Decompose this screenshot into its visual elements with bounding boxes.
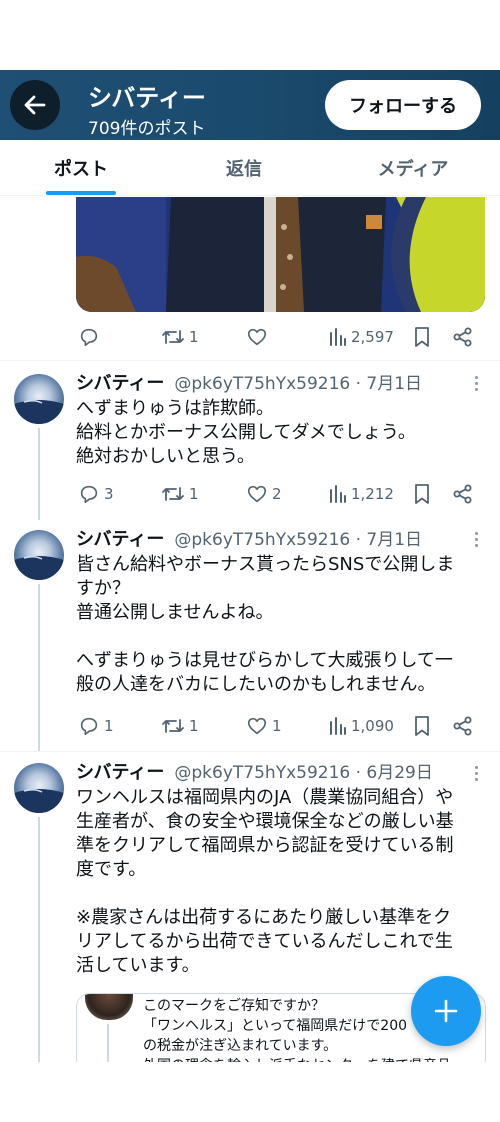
reply-icon: [80, 485, 98, 504]
repost-icon: [162, 719, 184, 733]
post-text: へずまりゅうは詐欺師。 給料とかボーナス公開してダメでしょう。 絶対おかしいと思…: [76, 398, 416, 467]
active-tab-indicator: [46, 191, 116, 195]
quoted-post-thumbnail: [85, 994, 133, 1020]
tab-replies[interactable]: 返信: [183, 140, 305, 196]
photo-illustration: [76, 197, 485, 312]
reply-count: 1: [104, 717, 114, 735]
like-count: 1: [272, 717, 282, 735]
view-count: 1,090: [351, 717, 394, 735]
view-count: 1,212: [351, 485, 394, 503]
repost-count: 1: [189, 485, 199, 503]
views-button[interactable]: 1,090: [329, 711, 394, 741]
follow-button[interactable]: フォローする: [325, 80, 481, 130]
more-icon[interactable]: [472, 764, 480, 784]
thread-line: [38, 817, 40, 1062]
author-name[interactable]: シバティー: [76, 369, 164, 395]
post-actions: 3 1 2 1,212: [76, 479, 476, 509]
post-text: 皆さん給料やボーナス貰ったらSNSで公開しま すか？ 普通公開しませんよね。 へ…: [76, 554, 455, 695]
author-handle-date[interactable]: @pk6yT75hYx59216 · 6月29日: [174, 758, 433, 783]
avatar[interactable]: [14, 763, 64, 813]
heart-icon: [247, 485, 267, 503]
share-button[interactable]: [453, 479, 473, 509]
like-count: 2: [272, 485, 282, 503]
bar-chart-icon: [330, 485, 346, 503]
bottom-area: [0, 1062, 500, 1122]
tab-media[interactable]: メディア: [352, 140, 474, 196]
avatar-image: [14, 399, 64, 424]
profile-name: シバティー: [88, 84, 206, 112]
view-count: 2,597: [351, 328, 394, 346]
bookmark-button[interactable]: [413, 479, 431, 509]
bookmark-icon: [415, 484, 429, 504]
reply-icon: [80, 328, 98, 347]
post-actions: 1 1 1 1,090: [76, 711, 476, 741]
post-meta: シバティー @pk6yT75hYx59216 · 7月1日: [76, 369, 422, 395]
author-handle-date[interactable]: @pk6yT75hYx59216 · 7月1日: [174, 525, 422, 550]
profile-tabs: ポスト 返信 メディア: [0, 140, 500, 196]
repost-button[interactable]: 1: [161, 711, 199, 741]
bar-chart-icon: [330, 717, 346, 735]
repost-icon: [162, 330, 184, 344]
bar-chart-icon: [330, 328, 346, 346]
reply-count: 3: [104, 485, 114, 503]
share-button[interactable]: [453, 322, 473, 352]
author-name[interactable]: シバティー: [76, 758, 164, 784]
post-divider: [0, 751, 500, 752]
tab-posts[interactable]: ポスト: [20, 140, 142, 196]
plus-icon: [434, 999, 458, 1023]
heart-icon: [247, 328, 267, 346]
repost-button[interactable]: 1: [161, 322, 199, 352]
reply-button[interactable]: [78, 322, 100, 352]
like-button[interactable]: 2: [246, 479, 282, 509]
post-media-image[interactable]: [76, 197, 485, 312]
heart-icon: [247, 717, 267, 735]
arrow-left-icon: [24, 95, 46, 115]
avatar[interactable]: [14, 374, 64, 424]
share-icon: [453, 327, 472, 347]
thread-line: [38, 428, 40, 520]
share-icon: [453, 716, 472, 736]
repost-count: 1: [189, 717, 199, 735]
views-button[interactable]: 2,597: [329, 322, 394, 352]
views-button[interactable]: 1,212: [329, 479, 394, 509]
bookmark-button[interactable]: [413, 711, 431, 741]
post-meta: シバティー @pk6yT75hYx59216 · 7月1日: [76, 525, 422, 551]
repost-count: 1: [189, 328, 199, 346]
reply-button[interactable]: 3: [78, 479, 114, 509]
share-icon: [453, 484, 472, 504]
author-handle-date[interactable]: @pk6yT75hYx59216 · 7月1日: [174, 369, 422, 394]
bookmark-button[interactable]: [413, 322, 431, 352]
like-button[interactable]: [246, 322, 268, 352]
repost-button[interactable]: 1: [161, 479, 199, 509]
avatar-image: [14, 788, 64, 813]
post-divider: [0, 360, 500, 361]
reply-icon: [80, 717, 98, 736]
reply-button[interactable]: 1: [78, 711, 114, 741]
more-icon[interactable]: [472, 374, 480, 394]
bookmark-icon: [415, 716, 429, 736]
more-icon[interactable]: [472, 530, 480, 550]
avatar[interactable]: [14, 530, 64, 580]
avatar-image: [14, 555, 64, 580]
top-post-actions: 1 2,597: [76, 322, 476, 352]
bookmark-icon: [415, 327, 429, 347]
thread-line: [38, 584, 40, 752]
post-meta: シバティー @pk6yT75hYx59216 · 6月29日: [76, 758, 433, 784]
back-button[interactable]: [10, 80, 60, 130]
compose-button[interactable]: [411, 976, 481, 1046]
profile-header: シバティー 709件のポスト フォローする: [0, 70, 500, 140]
author-name[interactable]: シバティー: [76, 525, 164, 551]
like-button[interactable]: 1: [246, 711, 282, 741]
post-count: 709件のポスト: [88, 119, 206, 139]
post-text: ワンヘルスは福岡県内のJA（農業協同組合）や 生産者が、食の安全や環境保全などの…: [76, 787, 454, 976]
share-button[interactable]: [453, 711, 473, 741]
repost-icon: [162, 487, 184, 501]
